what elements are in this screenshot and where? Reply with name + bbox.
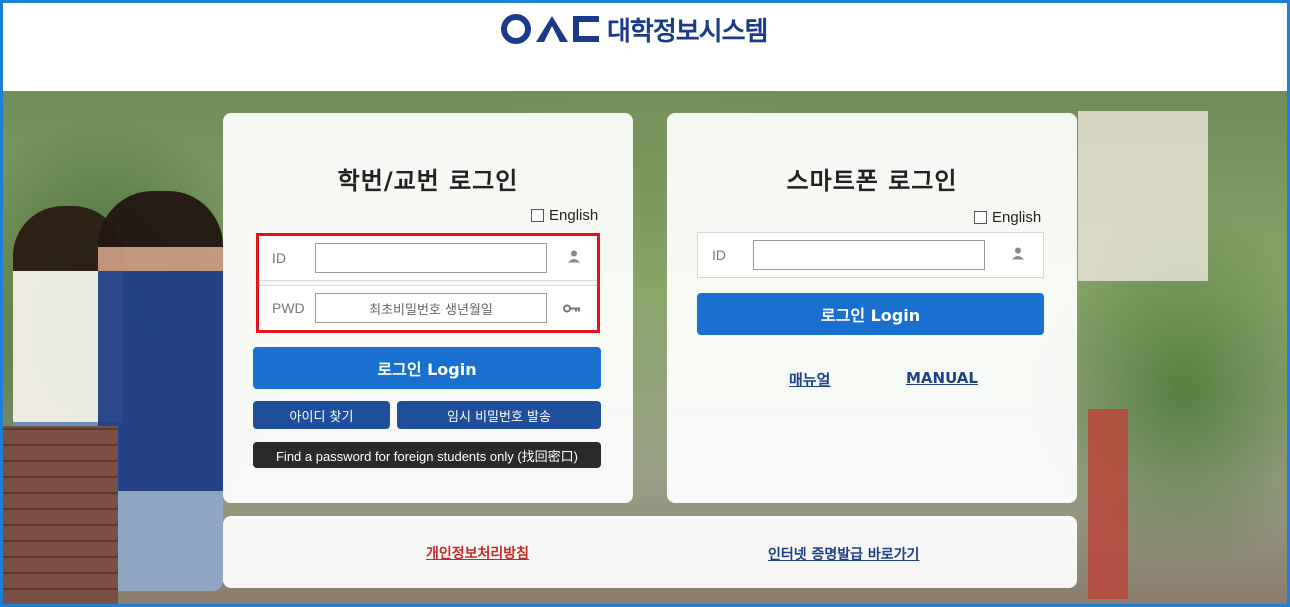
certificate-link[interactable]: 인터넷 증명발급 바로가기 (768, 544, 919, 564)
english-checkbox-left[interactable] (531, 209, 544, 222)
foreign-password-button[interactable]: Find a password for foreign students onl… (253, 442, 601, 468)
login-button-left[interactable]: 로그인 Login (253, 347, 601, 389)
logo-mark-icon (501, 14, 599, 44)
english-toggle-right[interactable]: English (974, 209, 1041, 226)
id-field-row-right: ID (697, 232, 1044, 278)
background-pillar (1088, 409, 1128, 599)
english-toggle-left[interactable]: English (531, 207, 598, 224)
user-icon (1011, 246, 1025, 265)
login-button-right[interactable]: 로그인 Login (697, 293, 1044, 335)
temp-password-button[interactable]: 임시 비밀번호 발송 (397, 401, 601, 429)
logo-text: 대학정보시스템 (607, 16, 768, 47)
site-logo[interactable]: 대학정보시스템 (501, 11, 768, 47)
id-input-right[interactable] (753, 240, 985, 270)
background-building (1078, 111, 1208, 281)
manual-link-en[interactable]: MANUAL (906, 369, 978, 387)
credential-highlight-box (256, 233, 600, 333)
english-checkbox-right[interactable] (974, 211, 987, 224)
english-label-right: English (992, 209, 1042, 226)
privacy-policy-link[interactable]: 개인정보처리방침 (426, 543, 529, 563)
header: 대학정보시스템 (3, 3, 1287, 91)
find-id-button[interactable]: 아이디 찾기 (253, 401, 390, 429)
smartphone-login-title: 스마트폰 로그인 (786, 167, 958, 195)
smartphone-login-card: 스마트폰 로그인 English ID 로그인 Login 매뉴얼 MANUAL (667, 113, 1077, 503)
student-login-title: 학번/교번 로그인 (337, 167, 519, 195)
manual-link-ko[interactable]: 매뉴얼 (789, 369, 830, 390)
footer-links-card: 개인정보처리방침 인터넷 증명발급 바로가기 (223, 516, 1077, 588)
brick-wall (3, 426, 118, 604)
page-frame: 대학정보시스템 학번/교번 로그인 English ID PWD 최초비밀번호 … (0, 0, 1290, 607)
english-label-left: English (549, 207, 599, 224)
id-label-right: ID (712, 247, 726, 263)
